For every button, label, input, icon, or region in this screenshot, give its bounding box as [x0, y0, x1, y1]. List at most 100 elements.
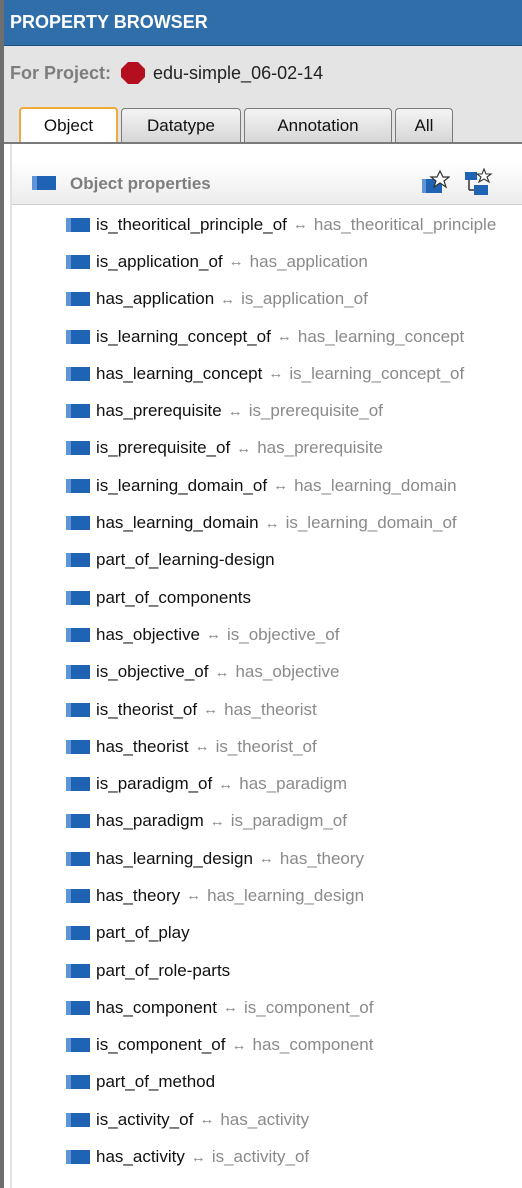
property-tree-row[interactable]: is_paradigm_of ↔ has_paradigm	[12, 765, 522, 802]
inverse-property-name: is_application_of	[241, 289, 368, 309]
inverse-property-name: has_learning_domain	[294, 475, 457, 495]
project-bar: For Project: edu-simple_06-02-14	[4, 46, 522, 100]
property-tree-row[interactable]: is_learning_concept_of ↔ has_learning_conc…	[12, 318, 522, 355]
property-name: has_activity	[96, 1147, 185, 1167]
inverse-arrow-icon: ↔	[222, 999, 238, 1017]
property-tree-row[interactable]: has_prerequisite ↔ is_prerequisite_of	[12, 392, 522, 429]
property-tree-row[interactable]: has_activity ↔ is_activity_of	[12, 1138, 522, 1175]
property-tree-row[interactable]: is_activity_of ↔ has_activity	[12, 1101, 522, 1138]
inverse-arrow-icon: ↔	[205, 626, 221, 644]
property-tree-row[interactable]: is_application_of ↔ has_application	[12, 243, 522, 280]
property-tree-row[interactable]: is_theoritical_principle_of ↔ has_theoriti…	[12, 206, 522, 243]
property-name: has_objective	[96, 624, 200, 644]
tab-object-label: Object	[43, 116, 94, 135]
inverse-arrow-icon: ↔	[214, 663, 230, 681]
create-subproperty-icon[interactable]	[464, 168, 494, 198]
property-tree-row[interactable]: part_of_method	[12, 1064, 522, 1101]
inverse-arrow-icon: ↔	[220, 290, 236, 308]
inverse-arrow-icon: ↔	[227, 402, 243, 420]
object-property-icon	[66, 963, 90, 978]
property-tree-row[interactable]: has_theory ↔ has_learning_design	[12, 877, 522, 914]
property-tree-row[interactable]: has_learning_design ↔ has_theory	[12, 840, 522, 877]
property-tree-row[interactable]: has_objective ↔ is_objective_of	[12, 616, 522, 653]
object-property-icon	[66, 926, 90, 941]
property-name: has_paradigm	[96, 811, 204, 831]
inverse-property-name: has_learning_concept	[297, 326, 465, 346]
property-tree-row[interactable]: is_objective_of ↔ has_objective	[12, 654, 522, 691]
object-property-icon	[66, 1038, 90, 1053]
object-property-icon	[66, 627, 90, 642]
tab-strip: Object Datatype Annotation All	[4, 100, 522, 144]
property-tree-row[interactable]: is_theorist_of ↔ has_theorist	[12, 691, 522, 728]
inverse-arrow-icon: ↔	[268, 365, 284, 383]
property-tree-row[interactable]: has_theorist ↔ is_theorist_of	[12, 728, 522, 765]
tab-annotation[interactable]: Annotation	[244, 108, 392, 142]
property-tree-row[interactable]: part_of_components	[12, 579, 522, 616]
property-name: has_learning_domain	[96, 513, 259, 533]
property-tree-row[interactable]: part_of_learning-design	[12, 542, 522, 579]
property-name: is_theorist_of	[96, 699, 198, 719]
tab-all[interactable]: All	[395, 108, 453, 142]
object-property-icon	[66, 590, 90, 605]
property-name: has_theorist	[96, 736, 189, 756]
inverse-property-name: has_theory	[279, 848, 365, 868]
property-name: is_application_of	[96, 251, 223, 271]
tab-object[interactable]: Object	[19, 107, 118, 143]
object-property-icon	[66, 702, 90, 717]
property-tree-row[interactable]: has_application ↔ is_application_of	[12, 281, 522, 318]
object-property-icon	[66, 254, 90, 269]
inverse-arrow-icon: ↔	[186, 887, 202, 905]
object-property-icon	[66, 739, 90, 754]
object-property-icon	[66, 665, 90, 680]
object-property-icon	[66, 777, 90, 792]
inverse-property-name: has_paradigm	[239, 774, 347, 794]
object-property-icon	[66, 1000, 90, 1015]
object-property-icon	[66, 814, 90, 829]
property-name: is_learning_concept_of	[96, 326, 271, 346]
object-property-icon	[66, 888, 90, 903]
property-name: is_prerequisite_of	[96, 438, 231, 458]
property-tree-row[interactable]: has_paradigm ↔ is_paradigm_of	[12, 803, 522, 840]
property-tree-row[interactable]: has_learning_domain ↔ is_learning_domain_o…	[12, 504, 522, 541]
property-name: is_theoritical_principle_of	[96, 214, 287, 234]
inverse-arrow-icon: ↔	[258, 850, 274, 868]
property-tree-row[interactable]: part_of_play	[12, 915, 522, 952]
property-browser-window: PROPERTY BROWSER For Project: edu-simple…	[0, 0, 522, 1188]
inverse-arrow-icon: ↔	[273, 477, 289, 495]
property-tree-row[interactable]: is_component_of ↔ has_component	[12, 1027, 522, 1064]
object-properties-panel: Object properties is_theoritical_princip…	[4, 144, 522, 1188]
inverse-property-name: is_theorist_of	[215, 736, 317, 756]
property-name: has_learning_design	[96, 848, 253, 868]
property-tree-row[interactable]: has_learning_concept ↔ is_learning_concept…	[12, 355, 522, 392]
property-tree-row[interactable]: has_component ↔ is_component_of	[12, 989, 522, 1026]
property-name: is_paradigm_of	[96, 774, 213, 794]
object-property-icon	[66, 329, 90, 344]
property-name: has_prerequisite	[96, 401, 222, 421]
inverse-arrow-icon: ↔	[199, 1111, 215, 1129]
property-name: is_learning_domain_of	[96, 475, 268, 495]
inverse-arrow-icon: ↔	[218, 775, 234, 793]
tab-datatype[interactable]: Datatype	[121, 108, 241, 142]
inverse-property-name: is_paradigm_of	[230, 811, 347, 831]
object-property-icon	[66, 441, 90, 456]
property-name: is_objective_of	[96, 662, 209, 682]
property-tree-row[interactable]: is_prerequisite_of ↔ has_prerequisite	[12, 430, 522, 467]
inverse-arrow-icon: ↔	[203, 701, 219, 718]
ontology-project-icon	[121, 62, 146, 84]
create-property-icon[interactable]	[420, 168, 450, 198]
object-property-icon	[66, 516, 90, 531]
object-property-icon	[66, 217, 90, 232]
panel-title: PROPERTY BROWSER	[10, 12, 208, 32]
inverse-property-name: has_component	[252, 1035, 374, 1055]
inverse-property-name: is_objective_of	[226, 624, 340, 644]
object-property-icon	[66, 553, 90, 568]
inverse-property-name: is_prerequisite_of	[248, 401, 383, 421]
inverse-arrow-icon: ↔	[231, 1036, 247, 1054]
panel-title-bar: PROPERTY BROWSER	[4, 0, 522, 46]
property-name: has_learning_concept	[96, 363, 263, 383]
property-tree-row[interactable]: is_learning_domain_of ↔ has_learning_domai…	[12, 467, 522, 504]
inverse-property-name: has_activity	[220, 1109, 310, 1129]
property-name: part_of_method	[96, 1072, 216, 1092]
inverse-arrow-icon: ↔	[228, 253, 244, 271]
property-tree-row[interactable]: part_of_role-parts	[12, 952, 522, 989]
